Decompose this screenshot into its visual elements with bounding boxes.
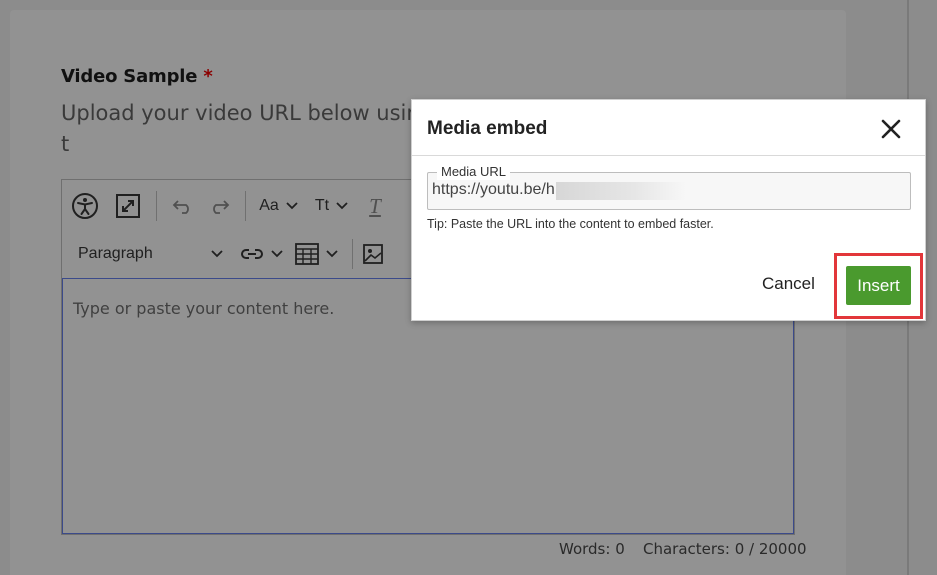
field-label-text: Video Sample <box>61 66 198 87</box>
image-icon <box>363 244 383 264</box>
block-format-dropdown[interactable]: Paragraph <box>62 237 234 271</box>
font-size-dropdown[interactable]: Tt <box>304 189 360 223</box>
media-url-field: Media URL <box>427 164 911 210</box>
cancel-button[interactable]: Cancel <box>762 274 815 294</box>
undo-icon <box>172 200 189 214</box>
font-family-label: Aa <box>259 197 279 214</box>
help-text: Upload your video URL below using t is s… <box>61 101 434 156</box>
dialog-title: Media embed <box>427 118 548 139</box>
undo-button[interactable] <box>165 189 201 223</box>
fullscreen-icon <box>116 194 140 218</box>
chevron-down-icon <box>271 250 283 258</box>
toolbar-divider <box>156 191 157 221</box>
dialog-header: Media embed <box>412 100 925 156</box>
toolbar-row-2: Paragraph <box>62 230 385 278</box>
clear-format-button[interactable]: T <box>360 189 390 223</box>
toolbar-row-1: Aa Tt T <box>62 182 390 230</box>
media-url-label: Media URL <box>437 164 511 180</box>
chevron-down-icon <box>336 202 348 210</box>
font-family-dropdown[interactable]: Aa <box>254 189 304 223</box>
block-format-label: Paragraph <box>78 245 153 262</box>
chevron-down-icon <box>211 250 223 258</box>
redo-icon <box>213 200 230 214</box>
close-button[interactable] <box>878 116 904 142</box>
fullscreen-button[interactable] <box>108 189 148 223</box>
image-button[interactable] <box>361 237 385 271</box>
insert-button[interactable]: Insert <box>846 266 911 305</box>
font-size-label: Tt <box>314 197 330 214</box>
toolbar-divider <box>245 191 246 221</box>
clear-format-icon: T <box>369 193 381 218</box>
close-icon <box>881 119 901 139</box>
redo-button[interactable] <box>201 189 237 223</box>
word-count: Words: 0 <box>559 540 625 558</box>
chevron-down-icon <box>326 250 338 258</box>
character-count: Characters: 0 / 20000 <box>643 540 807 558</box>
table-button[interactable] <box>290 237 344 271</box>
chevron-down-icon <box>286 202 298 210</box>
dialog-tip: Tip: Paste the URL into the content to e… <box>427 217 714 231</box>
link-icon <box>241 249 263 259</box>
link-button[interactable] <box>234 237 290 271</box>
accessibility-icon <box>72 193 98 219</box>
field-label: Video Sample * <box>61 66 213 87</box>
redacted-url-portion <box>556 182 686 200</box>
table-icon <box>295 243 319 265</box>
required-mark: * <box>203 66 213 87</box>
editor-placeholder: Type or paste your content here. <box>73 299 335 318</box>
toolbar-divider <box>352 239 353 269</box>
accessibility-button[interactable] <box>62 189 108 223</box>
